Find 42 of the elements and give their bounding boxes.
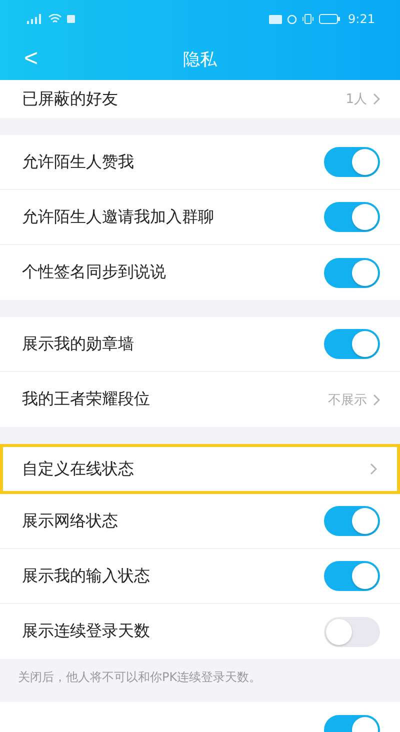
signal-icon [25,14,43,24]
toggle-switch[interactable] [324,329,380,359]
settings-row[interactable]: 展示我的输入状态 [0,549,400,604]
settings-row[interactable]: 我的王者荣耀段位 不展示 [0,372,400,427]
setting-label: 展示网络状态 [22,510,118,532]
toggle-switch[interactable] [324,202,380,232]
setting-value: 1人 [346,91,367,108]
settings-row[interactable]: 个性签名同步到说说 [0,245,400,300]
settings-row[interactable]: 允许陌生人赞我 [0,135,400,190]
vibrate-icon [302,14,314,24]
hint-text: 关闭后，他人将不可以和你PK连续登录天数。 [17,669,262,686]
toggle-switch[interactable] [324,561,380,591]
setting-label: 个性签名同步到说说 [22,262,166,283]
settings-row[interactable]: 允许陌生人邀请我加入群聊 [0,190,400,245]
toggle-switch[interactable] [324,147,380,177]
setting-label: 展示连续登录天数 [22,621,150,642]
toggle-switch[interactable] [324,506,380,536]
chevron-icon [373,394,380,406]
settings-row[interactable]: 展示网络状态 [0,494,400,549]
settings-row[interactable]: 自定义在线状态 [0,444,400,494]
setting-label: 我的王者荣耀段位 [22,389,150,410]
setting-label: 允许陌生人邀请我加入群聊 [22,206,214,228]
toggle-switch[interactable] [324,258,380,288]
settings-row[interactable]: 已屏蔽的好友 1人 [0,80,400,118]
page-title: 隐私 [183,48,217,70]
toggle-switch[interactable] [324,616,380,646]
setting-value: 不展示 [328,392,367,408]
settings-row[interactable]: 展示我的勋章墙 [0,317,400,372]
setting-label: 已屏蔽的好友 [22,88,118,110]
wifi-icon [48,14,62,24]
setting-label: 展示我的勋章墙 [22,334,134,354]
hd-icon [269,14,282,24]
notification-icon [67,15,75,23]
setting-label: 自定义在线状态 [22,458,134,480]
setting-label: 展示我的输入状态 [22,566,150,586]
chevron-icon [373,93,380,105]
status-time: 9:21 [348,12,375,26]
chevron-icon [370,463,377,475]
alarm-icon [287,14,298,24]
battery-icon [319,14,342,24]
setting-label: 允许陌生人赞我 [22,152,134,172]
settings-row[interactable]: 展示连续登录天数 [0,604,400,659]
